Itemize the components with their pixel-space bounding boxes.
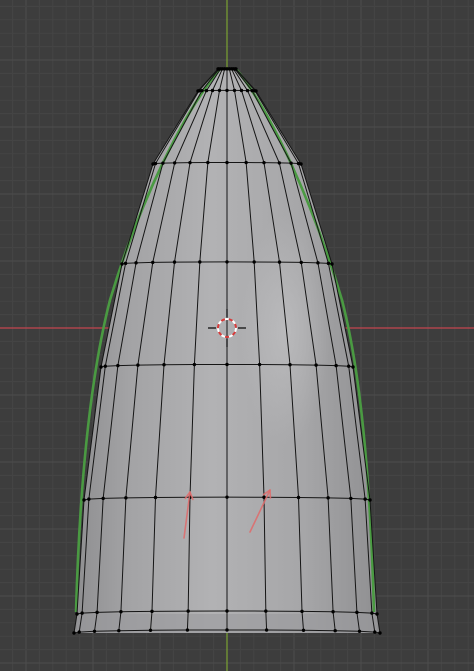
vertex — [225, 609, 229, 613]
viewport-canvas[interactable] — [0, 0, 474, 671]
vertex — [347, 364, 351, 368]
vertex — [378, 631, 382, 635]
vertex — [161, 161, 165, 165]
vertex — [330, 262, 334, 266]
vertex — [316, 261, 320, 265]
vertex — [252, 260, 256, 264]
vertex — [225, 160, 229, 165]
vertex — [134, 261, 138, 265]
vertex — [326, 261, 331, 266]
vertex — [185, 628, 190, 632]
vertex — [254, 89, 258, 93]
vertex — [153, 161, 158, 166]
vertex — [87, 497, 91, 501]
vertex — [225, 628, 229, 632]
vertex — [153, 495, 158, 500]
vertex — [300, 609, 304, 614]
vertex — [99, 365, 103, 369]
vertex — [197, 89, 201, 93]
vertex — [264, 628, 269, 632]
vertex — [277, 260, 282, 264]
vertex — [331, 610, 335, 614]
vertex — [334, 363, 338, 368]
vertex — [351, 365, 355, 369]
vertex — [75, 612, 79, 616]
vertex — [80, 611, 84, 615]
vertex — [232, 88, 237, 93]
vertex — [245, 88, 250, 93]
vertex — [101, 496, 105, 501]
vertex — [210, 88, 215, 93]
vertex — [77, 630, 81, 634]
vertex — [217, 88, 222, 93]
vertex — [257, 362, 262, 367]
vertex — [120, 262, 124, 266]
vertex — [150, 609, 154, 614]
vertex — [172, 161, 177, 165]
vertex — [225, 260, 229, 264]
vertex — [234, 67, 238, 71]
vertex — [262, 160, 266, 165]
vertex — [162, 363, 166, 367]
vertex — [299, 162, 303, 166]
vertex — [250, 88, 254, 93]
vertex — [116, 363, 120, 368]
vertex — [264, 609, 268, 613]
vertex — [277, 161, 282, 165]
vertex — [368, 498, 372, 502]
vertex — [375, 612, 379, 616]
vertex — [299, 260, 303, 265]
vertex — [239, 88, 244, 93]
vertex — [363, 497, 367, 501]
vertex — [373, 630, 377, 634]
vertex — [333, 629, 337, 633]
vertex — [188, 160, 192, 165]
vertex — [244, 160, 248, 165]
vertex — [192, 362, 197, 367]
vertex — [172, 260, 177, 264]
vertex — [186, 609, 190, 613]
vertex — [349, 496, 353, 501]
vertex — [117, 629, 121, 633]
vertex — [103, 364, 107, 368]
vertex — [326, 496, 330, 500]
vertex — [296, 495, 301, 500]
vertex — [148, 628, 153, 632]
vertex — [72, 631, 76, 635]
vertex — [288, 363, 292, 367]
vertex — [123, 261, 128, 266]
vertex — [95, 610, 99, 615]
vertex — [370, 611, 374, 615]
vertex — [136, 363, 140, 367]
vertex — [301, 628, 306, 632]
vertex — [92, 629, 97, 633]
vertex — [357, 629, 362, 633]
vertex — [198, 260, 202, 264]
vertex — [225, 495, 229, 499]
vertex — [225, 88, 229, 93]
vertex — [225, 362, 229, 367]
vertex — [200, 88, 204, 93]
vertex — [289, 161, 293, 165]
vertex — [355, 610, 359, 615]
vertex — [204, 88, 209, 93]
vertex — [206, 160, 210, 165]
vertex — [151, 260, 155, 265]
3d-viewport[interactable] — [0, 0, 474, 671]
vertex — [124, 496, 128, 500]
vertex — [119, 610, 123, 614]
vertex — [82, 498, 86, 502]
vertex — [314, 363, 318, 367]
